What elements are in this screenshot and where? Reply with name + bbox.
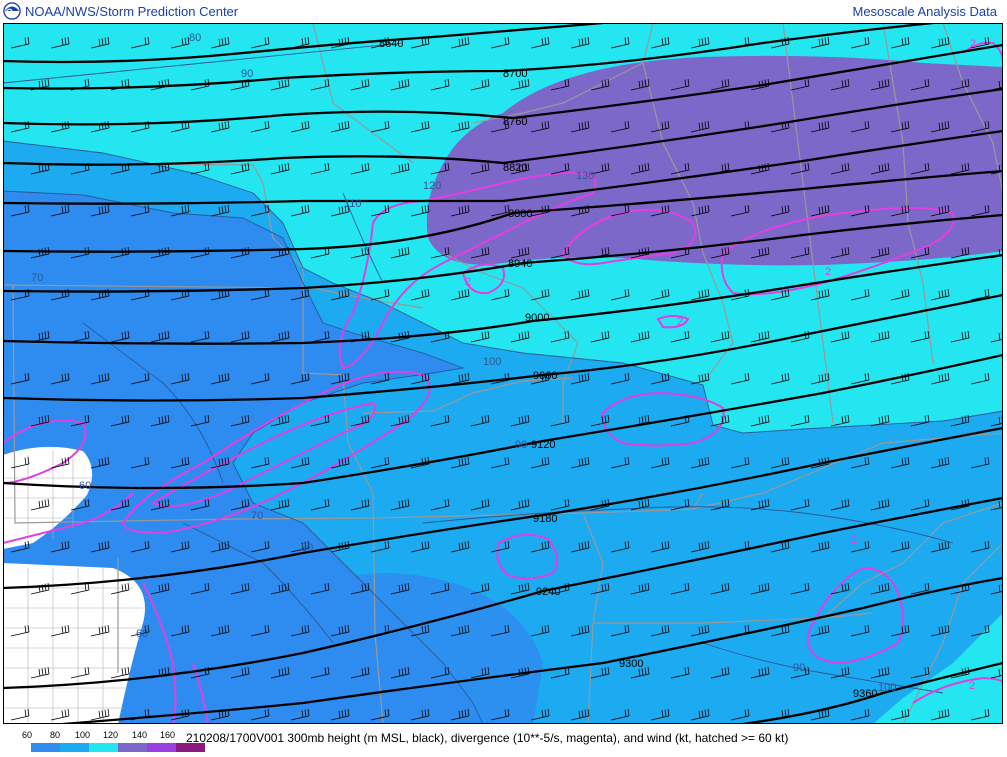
height-label: 9180 — [533, 513, 557, 525]
mesoscale-map: 8640 8700 8760 8820 8880 8940 9000 9060 … — [3, 23, 1003, 724]
isotach-label: 80 — [301, 542, 313, 554]
height-label: 8940 — [508, 258, 532, 270]
isotach-label: 120 — [423, 180, 441, 192]
isotach-label: 100 — [483, 356, 501, 368]
map-caption: 210208/1700V001 300mb height (m MSL, bla… — [186, 731, 789, 745]
height-label: 9120 — [531, 439, 555, 451]
height-label: 8880 — [508, 208, 532, 220]
legend-swatch — [118, 743, 147, 752]
divergence-label: 2 — [677, 316, 683, 328]
height-label: 9000 — [525, 312, 549, 324]
noaa-logo-icon — [3, 2, 21, 20]
height-label: 9060 — [533, 370, 557, 382]
legend-tick: 100 — [75, 730, 91, 740]
isotach-label: 60 — [136, 628, 148, 640]
isotach-label: 80 — [189, 32, 201, 44]
legend-tick: 80 — [50, 730, 61, 740]
height-label: 9360 — [853, 688, 877, 700]
isotach-label: 100 — [878, 682, 896, 694]
isotach-label: 110 — [344, 198, 362, 210]
height-label: 9300 — [619, 658, 643, 670]
height-label: 9240 — [536, 586, 560, 598]
divergence-label: 2 — [825, 266, 831, 278]
isotach-label: 60 — [79, 480, 91, 492]
legend-tick: 160 — [160, 730, 176, 740]
isotach-label: 90 — [793, 662, 805, 674]
isotach-label: 130 — [576, 170, 594, 182]
legend-swatch — [60, 743, 89, 752]
isotach-label: 70 — [31, 272, 43, 284]
height-label: 8760 — [503, 116, 527, 128]
divergence-label: 2 — [970, 38, 976, 50]
product-title: Mesoscale Analysis Data — [852, 4, 997, 19]
legend-swatch — [147, 743, 176, 752]
legend-tick: 140 — [132, 730, 148, 740]
isotach-label: 70 — [251, 510, 263, 522]
height-label: 8820 — [503, 162, 527, 174]
height-label: 8700 — [503, 68, 527, 80]
isotach-label: 90 — [241, 68, 253, 80]
legend-tick: 120 — [103, 730, 119, 740]
header-bar: NOAA/NWS/Storm Prediction Center Mesosca… — [0, 0, 1007, 23]
divergence-label: 2 — [465, 276, 471, 288]
footer-bar: 60 80 100 120 140 160 210208/1700V001 30… — [0, 724, 1007, 757]
isotach-label: 90 — [515, 439, 527, 451]
divergence-label: 2 — [969, 680, 975, 692]
height-label: 8640 — [379, 38, 403, 50]
divergence-label: 2 — [851, 534, 857, 546]
legend-swatch — [2, 743, 31, 752]
legend-swatch — [31, 743, 60, 752]
organization-title: NOAA/NWS/Storm Prediction Center — [25, 4, 239, 19]
legend-tick: 60 — [22, 730, 33, 740]
legend-swatch — [89, 743, 118, 752]
